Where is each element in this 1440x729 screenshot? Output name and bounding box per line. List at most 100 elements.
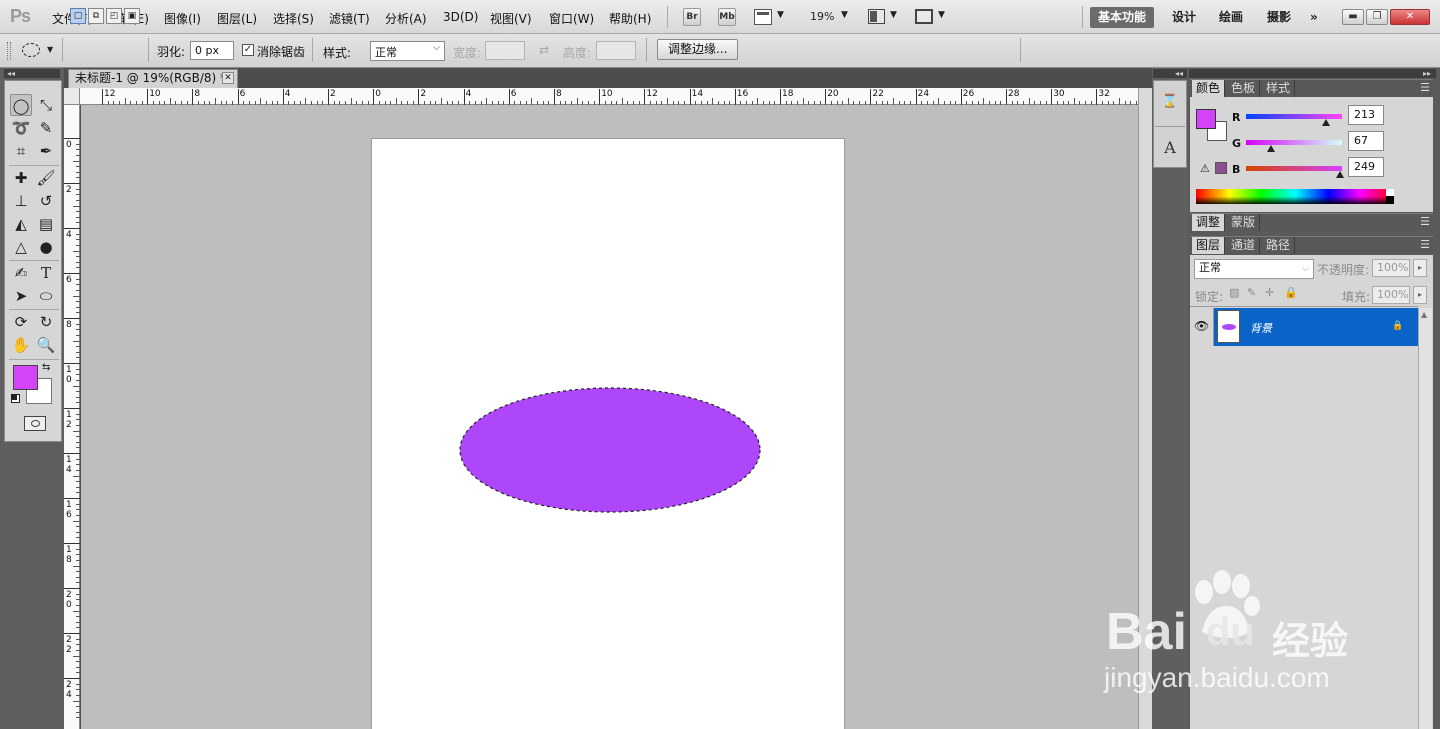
refine-edge-button[interactable]: 调整边缘... xyxy=(657,39,739,60)
menu-image[interactable]: 图像(I) xyxy=(164,10,201,27)
pen-tool[interactable]: ✍ xyxy=(10,262,32,284)
workspace-design[interactable]: 设计 xyxy=(1164,7,1204,28)
chevron-down-icon[interactable]: ▼ xyxy=(841,10,848,20)
elliptical-marquee-preset-icon[interactable] xyxy=(22,43,40,57)
view-extras-icon[interactable] xyxy=(754,9,772,25)
gamut-color-chip[interactable] xyxy=(1215,162,1227,174)
menu-analysis[interactable]: 分析(A) xyxy=(385,10,427,27)
opacity-input[interactable]: 100% xyxy=(1372,259,1410,277)
eyedropper-tool[interactable]: ✒ xyxy=(35,140,57,162)
blue-slider-knob[interactable] xyxy=(1335,171,1344,178)
close-window-button[interactable]: ✕ xyxy=(1390,9,1430,25)
lock-pixels-icon[interactable]: ✎ xyxy=(1247,286,1256,299)
zoom-tool[interactable]: 🔍 xyxy=(35,334,57,356)
3d-rotate-tool[interactable]: ⟳ xyxy=(10,311,32,333)
green-slider-track[interactable] xyxy=(1246,140,1342,145)
lasso-tool[interactable]: ➰ xyxy=(10,117,32,139)
feather-input[interactable] xyxy=(190,41,234,60)
tab-adjustments[interactable]: 调整 xyxy=(1192,214,1226,231)
swap-icon[interactable]: ⇄ xyxy=(539,43,549,57)
workspace-photography[interactable]: 摄影 xyxy=(1259,7,1299,28)
eye-visibility-icon[interactable]: 👁 xyxy=(1194,319,1209,333)
green-slider-knob[interactable] xyxy=(1267,145,1276,152)
blend-mode-select[interactable]: 正常 ⌵ xyxy=(1194,259,1314,279)
workspace-painting[interactable]: 绘画 xyxy=(1211,7,1251,28)
intersect-selection-mode[interactable]: ▣ xyxy=(124,8,140,24)
style-select[interactable]: 正常 ⌵ xyxy=(370,41,445,61)
fill-slider-button[interactable]: ▸ xyxy=(1413,286,1427,304)
move-tool[interactable]: ⤡ xyxy=(35,94,57,116)
panel-menu-icon[interactable]: ☰ xyxy=(1420,216,1430,228)
tab-swatches[interactable]: 色板 xyxy=(1227,80,1261,97)
lock-all-icon[interactable]: 🔒 xyxy=(1284,286,1298,299)
bridge-button[interactable]: Br xyxy=(683,8,701,26)
menu-3d[interactable]: 3D(D) xyxy=(443,10,478,24)
menu-help[interactable]: 帮助(H) xyxy=(609,10,651,27)
tab-layers[interactable]: 图层 xyxy=(1192,237,1226,254)
green-value-input[interactable]: 67 xyxy=(1348,131,1384,151)
dodge-tool[interactable]: ● xyxy=(35,236,57,258)
height-input[interactable] xyxy=(596,41,636,60)
layers-scrollbar[interactable]: ▲ xyxy=(1418,308,1432,729)
tab-color[interactable]: 颜色 xyxy=(1192,80,1226,97)
red-value-input[interactable]: 213 xyxy=(1348,105,1384,125)
color-spectrum-ramp[interactable] xyxy=(1196,189,1394,204)
lock-transparency-icon[interactable]: ▨ xyxy=(1229,286,1239,299)
healing-brush-tool[interactable]: ✚ xyxy=(10,167,32,189)
new-selection-mode[interactable]: ▢ xyxy=(70,8,86,24)
tab-paths[interactable]: 路径 xyxy=(1262,237,1296,254)
panel-menu-icon[interactable]: ☰ xyxy=(1420,239,1430,251)
layer-name[interactable]: 背景 xyxy=(1250,320,1272,336)
close-document-icon[interactable]: ✕ xyxy=(222,72,234,84)
menu-view[interactable]: 视图(V) xyxy=(490,10,532,27)
crop-tool[interactable]: ⌗ xyxy=(10,140,32,162)
minimize-button[interactable]: ▬ xyxy=(1342,9,1364,25)
history-brush-tool[interactable]: ↺ xyxy=(35,190,57,212)
hand-tool[interactable]: ✋ xyxy=(10,334,32,356)
elliptical-marquee-tool[interactable]: ◯ xyxy=(10,94,32,116)
workspace-essentials[interactable]: 基本功能 xyxy=(1090,7,1155,28)
ellipse-shape-tool[interactable]: ⬭ xyxy=(35,285,57,307)
menu-select[interactable]: 选择(S) xyxy=(273,10,314,27)
chevron-down-icon[interactable]: ▼ xyxy=(47,45,53,54)
red-slider-knob[interactable] xyxy=(1322,119,1331,126)
dock-expand-icon[interactable]: ◂◂ xyxy=(1153,69,1187,78)
menu-filter[interactable]: 滤镜(T) xyxy=(329,10,370,27)
restore-button[interactable]: ❐ xyxy=(1366,9,1388,25)
lock-position-icon[interactable]: ✛ xyxy=(1265,286,1274,299)
gradient-tool[interactable]: ▤ xyxy=(35,213,57,235)
chevron-down-icon[interactable]: ▼ xyxy=(938,10,945,20)
width-input[interactable] xyxy=(485,41,525,60)
quick-selection-tool[interactable]: ✎ xyxy=(35,117,57,139)
opacity-slider-button[interactable]: ▸ xyxy=(1413,259,1427,277)
tab-channels[interactable]: 通道 xyxy=(1227,237,1261,254)
mini-bridge-button[interactable]: Mb xyxy=(718,8,736,26)
scroll-up-icon[interactable]: ▲ xyxy=(1421,310,1427,319)
quick-mask-icon[interactable] xyxy=(24,416,46,431)
panel-menu-icon[interactable]: ☰ xyxy=(1420,82,1430,94)
chevron-down-icon[interactable]: ▼ xyxy=(890,10,897,20)
arrange-documents-icon[interactable] xyxy=(868,9,885,24)
menu-layer[interactable]: 图层(L) xyxy=(217,10,257,27)
blue-slider-track[interactable] xyxy=(1246,166,1342,171)
blue-value-input[interactable]: 249 xyxy=(1348,157,1384,177)
layer-thumbnail[interactable] xyxy=(1217,310,1240,343)
clone-stamp-tool[interactable]: ⊥ xyxy=(10,190,32,212)
foreground-color-swatch-front[interactable] xyxy=(13,365,38,390)
tab-masks[interactable]: 蒙版 xyxy=(1227,214,1261,231)
antialias-checkbox[interactable]: ✓ xyxy=(242,44,254,56)
zoom-level[interactable]: 19% xyxy=(810,10,834,23)
options-grip[interactable] xyxy=(7,42,11,60)
document-tab[interactable]: 未标题-1 @ 19%(RGB/8) * xyxy=(68,69,238,88)
3d-orbit-tool[interactable]: ↻ xyxy=(35,311,57,333)
eraser-tool[interactable]: ◭ xyxy=(10,213,32,235)
path-selection-tool[interactable]: ➤ xyxy=(10,285,32,307)
ruler-origin[interactable] xyxy=(64,88,80,105)
selected-ellipse[interactable] xyxy=(456,384,764,518)
layer-row-background[interactable] xyxy=(1214,308,1418,346)
toolbox-collapse-icon[interactable]: ◂◂ xyxy=(4,69,60,78)
out-of-gamut-warning-icon[interactable]: ⚠ xyxy=(1200,162,1210,175)
character-panel-icon[interactable]: A xyxy=(1160,138,1180,158)
more-workspaces-button[interactable]: » xyxy=(1302,7,1326,28)
swap-colors-icon[interactable]: ⇆ xyxy=(42,362,50,373)
